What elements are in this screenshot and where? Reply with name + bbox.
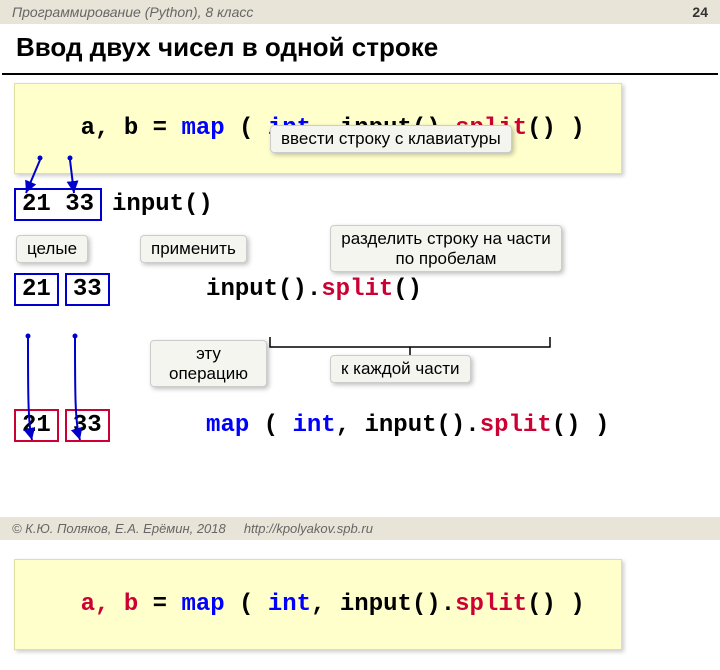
callout-split: разделить строку на части по пробелам [330,225,562,272]
slide-header: Программирование (Python), 8 класс 24 [0,0,720,24]
callout-operation: эту операцию [150,340,267,387]
step3-row: 21 33 map ( int, input().split() ) [14,385,706,466]
copyright: © К.Ю. Поляков, Е.А. Ерёмин, 2018 [12,521,226,536]
code-block-bottom: a, b = map ( int, input().split() ) [14,559,622,650]
page-number: 24 [692,4,708,20]
int-box-2: 33 [65,409,110,442]
step1-row: 21 33 input() [14,188,706,221]
callout-apply: применить [140,235,247,263]
split-box-1: 21 [14,273,59,306]
slide-title: Ввод двух чисел в одной строке [2,24,718,75]
step3-code: map ( int, input().split() ) [120,385,610,466]
footer-url: http://kpolyakov.spb.ru [244,521,373,536]
step1-code: input() [112,191,213,218]
callout-each: к каждой части [330,355,471,383]
callout-input: ввести строку с клавиатуры [270,125,512,153]
split-box-2: 33 [65,273,110,306]
int-box-1: 21 [14,409,59,442]
content-area: a, b = map ( int, input().split() ) 21 3… [0,75,720,670]
slide-footer: © К.Ю. Поляков, Е.А. Ерёмин, 2018 http:/… [0,517,720,540]
input-box-combined: 21 33 [14,188,102,221]
course-name: Программирование (Python), 8 класс [12,4,253,20]
callout-ints: целые [16,235,88,263]
